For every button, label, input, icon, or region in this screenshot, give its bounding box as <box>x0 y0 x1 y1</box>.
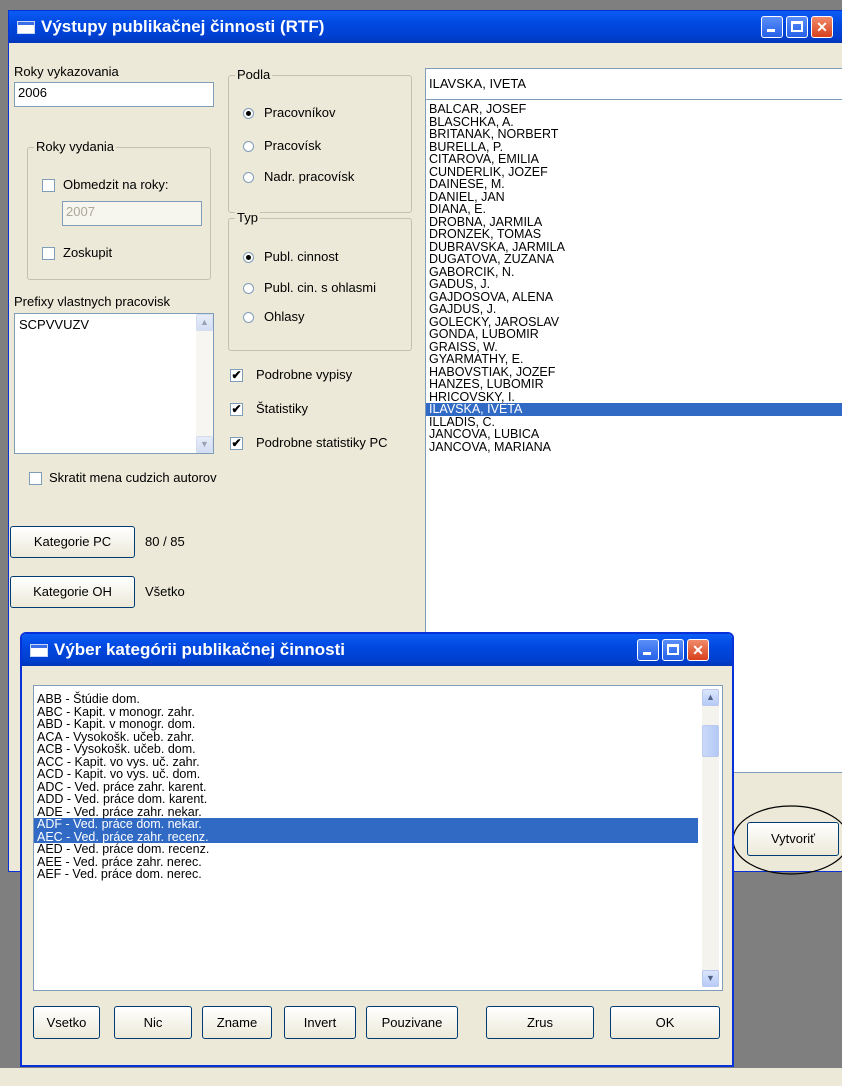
podla-nadr-pracovisk-label: Nadr. pracovísk <box>264 169 355 184</box>
close-icon: ✕ <box>816 19 828 35</box>
kategorie-oh-button[interactable]: Kategorie OH <box>10 576 135 608</box>
podla-nadr-pracovisk-radio[interactable] <box>243 172 254 183</box>
minimize-icon <box>643 652 651 655</box>
main-window-title: Výstupy publikačnej činnosti (RTF) <box>41 17 325 36</box>
maximize-icon <box>667 644 679 655</box>
person-list-item[interactable]: CITAROVA, EMILIA <box>426 153 842 166</box>
podla-pracovnikov-radio[interactable] <box>243 108 254 119</box>
podrobne-vypisy-checkbox[interactable]: ✔ <box>230 369 243 382</box>
main-title-bar[interactable]: Výstupy publikačnej činnosti (RTF) ✕ <box>9 11 842 43</box>
person-list-item[interactable]: GADUS, J. <box>426 278 842 291</box>
podla-pracovisk-radio[interactable] <box>243 141 254 152</box>
prefixy-textarea[interactable]: SCPVVUZV ▲ ▼ <box>14 313 214 454</box>
category-list-item[interactable]: ACD - Kapit. vo vys. uč. dom. <box>34 768 698 781</box>
scroll-thumb[interactable] <box>702 725 719 757</box>
obmedzit-checkbox[interactable] <box>42 179 55 192</box>
person-list-item[interactable]: GYARMATHY, E. <box>426 353 842 366</box>
prefixy-scrollbar[interactable]: ▲ ▼ <box>196 314 213 453</box>
category-list-item[interactable]: AED - Ved. práce dom. recenz. <box>34 843 698 856</box>
category-list-item[interactable]: ADD - Ved. práce dom. karent. <box>34 793 698 806</box>
typ-publ-cinnost-radio[interactable] <box>243 252 254 263</box>
scroll-down-icon[interactable]: ▼ <box>702 970 719 987</box>
kategorie-oh-value: Všetko <box>145 584 185 599</box>
category-list-item[interactable]: ABD - Kapit. v monogr. dom. <box>34 718 698 731</box>
person-list-item[interactable]: DIANA, E. <box>426 203 842 216</box>
close-icon: ✕ <box>692 642 704 658</box>
selected-person-field[interactable]: ILAVSKA, IVETA <box>425 68 842 102</box>
zrus-button[interactable]: Zrus <box>486 1006 594 1039</box>
person-list-item[interactable]: DRONZEK, TOMAS <box>426 228 842 241</box>
obmedzit-years-input[interactable]: 2007 <box>62 201 202 226</box>
skratit-checkbox[interactable] <box>29 472 42 485</box>
person-list-item[interactable]: DUGATOVA, ZUZANA <box>426 253 842 266</box>
zoskupit-label: Zoskupit <box>63 245 113 260</box>
person-list-item[interactable]: GONDA, LUBOMIR <box>426 328 842 341</box>
app-window-icon <box>17 21 35 34</box>
person-list-item[interactable]: BRITANAK, NORBERT <box>426 128 842 141</box>
scroll-up-icon[interactable]: ▲ <box>702 689 719 706</box>
minimize-icon <box>767 29 775 32</box>
kategorie-pc-count: 80 / 85 <box>145 534 185 549</box>
category-list-item[interactable]: AEF - Ved. práce dom. nerec. <box>34 868 698 881</box>
person-list-item[interactable]: BALCAR, JOSEF <box>426 103 842 116</box>
prefixy-label: Prefixy vlastnych pracovisk <box>14 294 171 309</box>
ok-button[interactable]: OK <box>610 1006 720 1039</box>
minimize-button[interactable] <box>761 16 783 38</box>
category-list-item[interactable]: ADF - Ved. práce dom. nekar. <box>34 818 698 831</box>
dialog-maximize-button[interactable] <box>662 639 684 661</box>
roky-vykazovania-input[interactable]: 2006 <box>14 82 214 107</box>
person-list-item[interactable]: JANCOVA, MARIANA <box>426 440 842 454</box>
zname-button[interactable]: Zname <box>202 1006 272 1039</box>
maximize-button[interactable] <box>786 16 808 38</box>
roky-vydania-group-label: Roky vydania <box>34 139 117 154</box>
obmedzit-label: Obmedzit na roky: <box>63 177 169 192</box>
maximize-icon <box>791 21 803 32</box>
person-list-item[interactable]: ILAVSKA, IVETA <box>426 403 842 416</box>
typ-ohlasy-radio[interactable] <box>243 312 254 323</box>
dialog-window-icon <box>30 644 48 657</box>
podla-group-label: Podla <box>235 67 273 82</box>
scroll-up-icon[interactable]: ▲ <box>196 314 213 331</box>
vsetko-button[interactable]: Vsetko <box>33 1006 100 1039</box>
podla-pracovisk-label: Pracovísk <box>264 138 322 153</box>
person-list-item[interactable]: GAJDUS, J. <box>426 303 842 316</box>
person-list-item[interactable]: JANCOVA, LUBICA <box>426 428 842 441</box>
category-list-item[interactable]: ACB - Vysokošk. učeb. dom. <box>34 743 698 756</box>
zoskupit-checkbox[interactable] <box>42 247 55 260</box>
category-scrollbar[interactable]: ▲ ▼ <box>702 689 719 987</box>
kategorie-pc-button[interactable]: Kategorie PC <box>10 526 135 558</box>
category-list[interactable]: ABB - Štúdie dom. ABC - Kapit. v monogr. … <box>33 685 723 991</box>
highlight-ellipse <box>732 805 842 875</box>
person-list-item[interactable]: DANIEL, JAN <box>426 190 842 204</box>
dialog-title: Výber kategórii publikačnej činnosti <box>54 640 345 659</box>
dialog-title-bar[interactable]: Výber kategórii publikačnej činnosti ✕ <box>22 634 732 666</box>
dialog-minimize-button[interactable] <box>637 639 659 661</box>
typ-publ-ohlasmi-label: Publ. cin. s ohlasmi <box>264 280 376 295</box>
invert-button[interactable]: Invert <box>284 1006 356 1039</box>
typ-publ-cinnost-label: Publ. cinnost <box>264 249 339 264</box>
pouzivane-button[interactable]: Pouzivane <box>366 1006 458 1039</box>
nic-button[interactable]: Nic <box>114 1006 192 1039</box>
statistiky-label: Štatistiky <box>256 401 309 416</box>
podrobne-statistiky-checkbox[interactable]: ✔ <box>230 437 243 450</box>
scroll-down-icon[interactable]: ▼ <box>196 436 213 453</box>
typ-group-label: Typ <box>235 210 260 225</box>
prefixy-value: SCPVVUZV <box>19 317 90 332</box>
statistiky-checkbox[interactable]: ✔ <box>230 403 243 416</box>
podla-pracovnikov-label: Pracovníkov <box>264 105 336 120</box>
typ-ohlasy-label: Ohlasy <box>264 309 305 324</box>
close-button[interactable]: ✕ <box>811 16 833 38</box>
category-list-item[interactable]: ABB - Štúdie dom. <box>34 693 698 706</box>
typ-publ-ohlasmi-radio[interactable] <box>243 283 254 294</box>
dialog-close-button[interactable]: ✕ <box>687 639 709 661</box>
roky-vykazovania-label: Roky vykazovania <box>14 64 119 79</box>
podrobne-vypisy-label: Podrobne vypisy <box>256 367 353 382</box>
podrobne-statistiky-label: Podrobne statistiky PC <box>256 435 388 450</box>
person-list-item[interactable]: DAINESE, M. <box>426 178 842 191</box>
person-list-item[interactable]: HANZES, LUBOMIR <box>426 378 842 391</box>
taskbar-strip <box>0 1068 842 1086</box>
skratit-label: Skratit mena cudzich autorov <box>49 470 217 485</box>
category-dialog: Výber kategórii publikačnej činnosti ✕ A… <box>20 632 734 1067</box>
